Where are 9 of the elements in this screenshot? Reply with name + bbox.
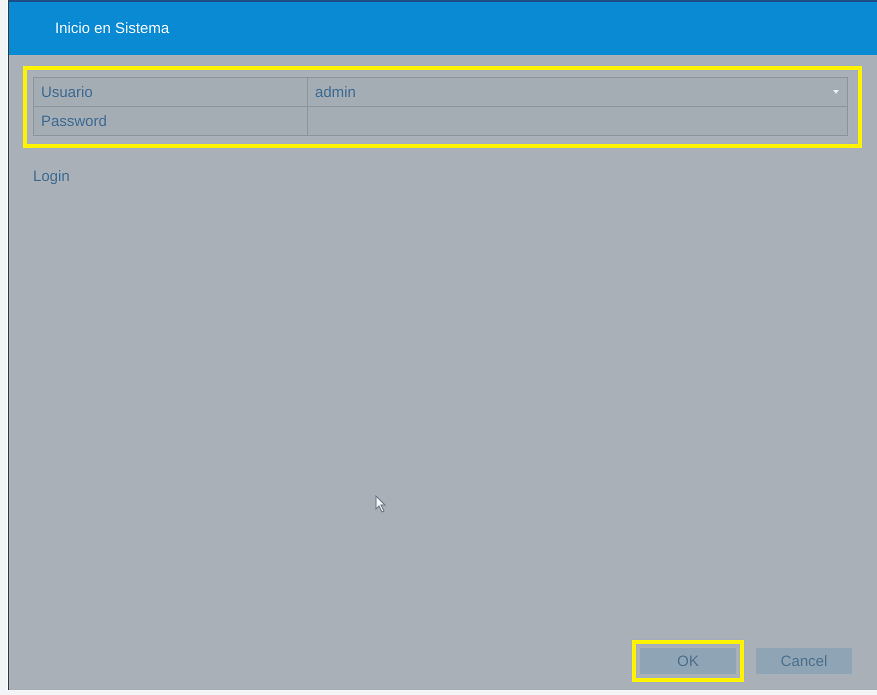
mouse-pointer-icon bbox=[375, 495, 387, 513]
field-label: Usuario bbox=[34, 78, 308, 106]
ok-button[interactable]: OK bbox=[640, 648, 736, 674]
user-dropdown[interactable]: admin bbox=[308, 78, 847, 106]
field-label: Password bbox=[34, 107, 308, 135]
cancel-button[interactable]: Cancel bbox=[756, 648, 852, 674]
caret-icon bbox=[833, 90, 839, 94]
section-label: Login bbox=[33, 168, 70, 185]
window-title: Inicio en Sistema bbox=[55, 20, 170, 37]
